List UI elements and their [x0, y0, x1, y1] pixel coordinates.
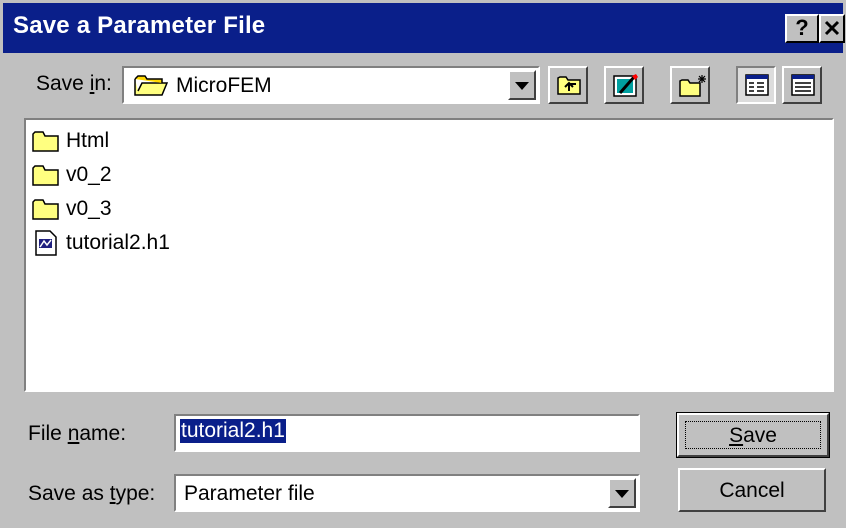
chevron-down-icon — [615, 490, 629, 498]
save-in-dropdown-button[interactable] — [508, 70, 536, 100]
file-name: tutorial2.h1 — [66, 231, 170, 254]
save-as-type-value: Parameter file — [184, 482, 315, 505]
save-as-type-label: Save as type: — [28, 482, 156, 505]
file-name: v0_3 — [66, 197, 112, 220]
save-dialog: Save a Parameter File ? Save in: MicroFE… — [0, 0, 846, 528]
details-view-icon — [791, 74, 815, 96]
save-button[interactable]: Save — [676, 412, 830, 458]
folder-open-icon — [134, 75, 168, 96]
list-view-icon — [745, 74, 769, 96]
cancel-button[interactable]: Cancel — [678, 468, 826, 512]
go-to-desktop-button[interactable] — [604, 66, 644, 104]
save-button-face: Save — [677, 413, 829, 457]
details-view-button[interactable] — [782, 66, 822, 104]
file-list[interactable]: Html v0_2 v0_3 tutorial2.h1 — [24, 118, 834, 392]
folder-icon — [32, 131, 59, 152]
save-in-value: MicroFEM — [176, 74, 272, 97]
save-as-type-dropdown-button[interactable] — [608, 478, 636, 508]
file-name: v0_2 — [66, 163, 112, 186]
new-folder-icon — [679, 75, 706, 97]
chevron-down-icon — [515, 82, 529, 90]
desktop-icon — [613, 74, 638, 97]
save-as-type-select[interactable]: Parameter file — [174, 474, 640, 512]
focus-rectangle — [685, 421, 821, 449]
title-bar[interactable]: Save a Parameter File ? — [3, 3, 845, 53]
create-new-folder-button[interactable] — [670, 66, 710, 104]
file-name: Html — [66, 129, 110, 152]
document-icon — [35, 230, 57, 256]
close-icon — [824, 20, 840, 36]
save-in-combo[interactable]: MicroFEM — [122, 66, 540, 104]
up-one-level-button[interactable] — [548, 66, 588, 104]
folder-icon — [32, 165, 59, 186]
folder-icon — [32, 199, 59, 220]
close-button[interactable] — [819, 14, 845, 43]
dialog-title: Save a Parameter File — [13, 12, 266, 39]
up-folder-icon — [557, 76, 581, 95]
save-in-label: Save in: — [36, 72, 112, 95]
help-button[interactable]: ? — [785, 14, 819, 43]
file-name-input[interactable]: tutorial2.h1 — [174, 414, 640, 452]
list-view-button[interactable] — [736, 66, 776, 104]
file-name-label: File name: — [28, 422, 127, 445]
cancel-button-label: Cancel — [719, 479, 785, 502]
file-name-input-value: tutorial2.h1 — [180, 419, 286, 443]
